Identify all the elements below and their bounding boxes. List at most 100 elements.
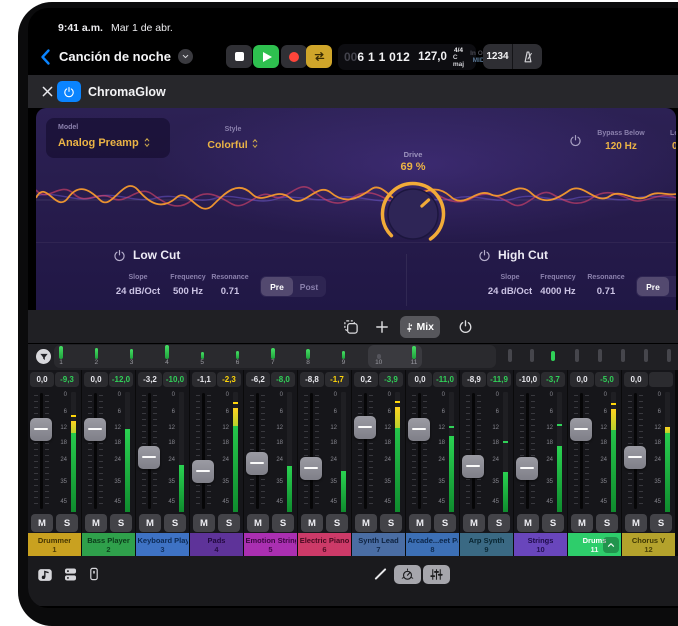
solo-button[interactable]: S — [434, 514, 456, 532]
mute-button[interactable]: M — [193, 514, 215, 532]
fader-handle[interactable] — [192, 460, 214, 483]
mute-button[interactable]: M — [31, 514, 53, 532]
song-title-menu[interactable]: Canción de noche — [59, 49, 193, 64]
mute-button[interactable]: M — [301, 514, 323, 532]
fader-handle[interactable] — [408, 418, 430, 441]
mute-button[interactable]: M — [139, 514, 161, 532]
volume-value[interactable]: 0,0 — [570, 372, 594, 387]
collapse-chevron-button[interactable] — [603, 537, 619, 553]
solo-button[interactable]: S — [218, 514, 240, 532]
track-label[interactable]: Arcade...eet Pad 8 — [406, 533, 459, 556]
highcut-resonance[interactable]: Resonance 0.71 — [576, 274, 636, 297]
volume-value[interactable]: 0,0 — [84, 372, 108, 387]
track-overview-ruler[interactable]: 1234567891011 — [28, 344, 678, 370]
style-selector[interactable]: Style Colorful — [188, 118, 278, 158]
volume-value[interactable]: 0,0 — [624, 372, 648, 387]
track-label[interactable]: Emotion Strings 5 — [244, 533, 297, 556]
highcut-pre-button[interactable]: Pre — [637, 277, 669, 296]
track-label[interactable]: Strings 10 — [514, 533, 567, 556]
solo-button[interactable]: S — [650, 514, 672, 532]
stop-button[interactable] — [226, 45, 252, 68]
volume-value[interactable]: -3,2 — [138, 372, 162, 387]
lcd-display[interactable]: 00 6 1 1 012 127,0 4/4 C maj In Out MIDI — [338, 44, 476, 70]
mixer-power-icon[interactable] — [458, 319, 473, 334]
solo-button[interactable]: S — [380, 514, 402, 532]
volume-value[interactable]: -6,2 — [246, 372, 270, 387]
overview-track-number: 11 — [411, 359, 418, 366]
solo-button[interactable]: S — [542, 514, 564, 532]
close-icon[interactable] — [40, 84, 55, 99]
track-label[interactable]: Electric Piano 6 — [298, 533, 351, 556]
fader-handle[interactable] — [624, 446, 646, 469]
mute-button[interactable]: M — [85, 514, 107, 532]
patch-browser-icon[interactable] — [62, 566, 79, 583]
solo-button[interactable]: S — [164, 514, 186, 532]
lowcut-resonance[interactable]: Resonance 0.71 — [200, 274, 260, 297]
lowcut-pre-button[interactable]: Pre — [261, 277, 293, 296]
volume-value[interactable]: -8,8 — [300, 372, 324, 387]
mute-button[interactable]: M — [355, 514, 377, 532]
solo-button[interactable]: S — [326, 514, 348, 532]
solo-button[interactable]: S — [56, 514, 78, 532]
level-control[interactable]: Level 0.0 — [644, 130, 676, 152]
solo-button[interactable]: S — [596, 514, 618, 532]
track-label[interactable]: Pads 4 — [190, 533, 243, 556]
filter-button[interactable] — [36, 349, 51, 364]
mute-button[interactable]: M — [247, 514, 269, 532]
fader-handle[interactable] — [138, 446, 160, 469]
solo-button[interactable]: S — [488, 514, 510, 532]
track-label[interactable]: Keyboard Player 3 — [136, 533, 189, 556]
solo-button[interactable]: S — [272, 514, 294, 532]
volume-value[interactable]: 0,0 — [408, 372, 432, 387]
back-chevron-icon[interactable] — [36, 47, 56, 67]
metronome-button[interactable] — [513, 49, 542, 65]
fader-handle[interactable] — [300, 457, 322, 480]
model-selector[interactable]: Model Analog Preamp — [46, 118, 170, 158]
plugin-power-button[interactable] — [57, 81, 81, 102]
lowcut-power-icon[interactable] — [113, 249, 126, 262]
duplicate-icon[interactable] — [342, 318, 360, 336]
track-label[interactable]: Synth Lead 7 — [352, 533, 405, 556]
track-label[interactable]: Drums 11 — [568, 533, 621, 556]
lowcut-post-button[interactable]: Post — [293, 277, 325, 296]
fader-handle[interactable] — [462, 455, 484, 478]
fader-handle[interactable] — [84, 418, 106, 441]
track-label[interactable]: Bass Player 2 — [82, 533, 135, 556]
cycle-button[interactable] — [306, 45, 332, 68]
highcut-power-icon[interactable] — [478, 249, 491, 262]
volume-value[interactable]: -8,9 — [462, 372, 486, 387]
track-label[interactable]: Chorus V 12 — [622, 533, 675, 556]
mix-toggle-button[interactable]: Mix — [400, 316, 440, 338]
mixer-view-button[interactable] — [423, 565, 450, 584]
plugin-browser-icon[interactable] — [86, 566, 102, 582]
controls-view-button[interactable] — [394, 565, 421, 584]
bypass-power-icon[interactable] — [569, 134, 582, 147]
drive-knob[interactable] — [376, 177, 450, 251]
loop-browser-icon[interactable] — [36, 566, 54, 584]
mute-button[interactable]: M — [571, 514, 593, 532]
level-value: -11,9 — [487, 372, 511, 387]
volume-value[interactable]: 0,2 — [354, 372, 378, 387]
fader-handle[interactable] — [570, 418, 592, 441]
volume-value[interactable]: -1,1 — [192, 372, 216, 387]
volume-value[interactable]: 0,0 — [30, 372, 54, 387]
mute-button[interactable]: M — [409, 514, 431, 532]
record-button[interactable] — [281, 45, 307, 68]
fader-handle[interactable] — [246, 452, 268, 475]
pencil-icon[interactable] — [374, 568, 386, 580]
mute-button[interactable]: M — [463, 514, 485, 532]
fader-handle[interactable] — [516, 457, 538, 480]
volume-value[interactable]: -10,0 — [516, 372, 540, 387]
track-label[interactable]: Drummer 1 — [28, 533, 81, 556]
title-dropdown-button[interactable] — [178, 49, 193, 64]
add-icon[interactable] — [374, 319, 390, 335]
fader-handle[interactable] — [354, 416, 376, 439]
mute-button[interactable]: M — [517, 514, 539, 532]
solo-button[interactable]: S — [110, 514, 132, 532]
count-in-button[interactable]: 1234 — [483, 51, 512, 62]
play-button[interactable] — [253, 45, 279, 68]
mute-button[interactable]: M — [625, 514, 647, 532]
highcut-post-button[interactable]: Post — [669, 277, 676, 296]
fader-handle[interactable] — [30, 418, 52, 441]
track-label[interactable]: Arp Synth 9 — [460, 533, 513, 556]
